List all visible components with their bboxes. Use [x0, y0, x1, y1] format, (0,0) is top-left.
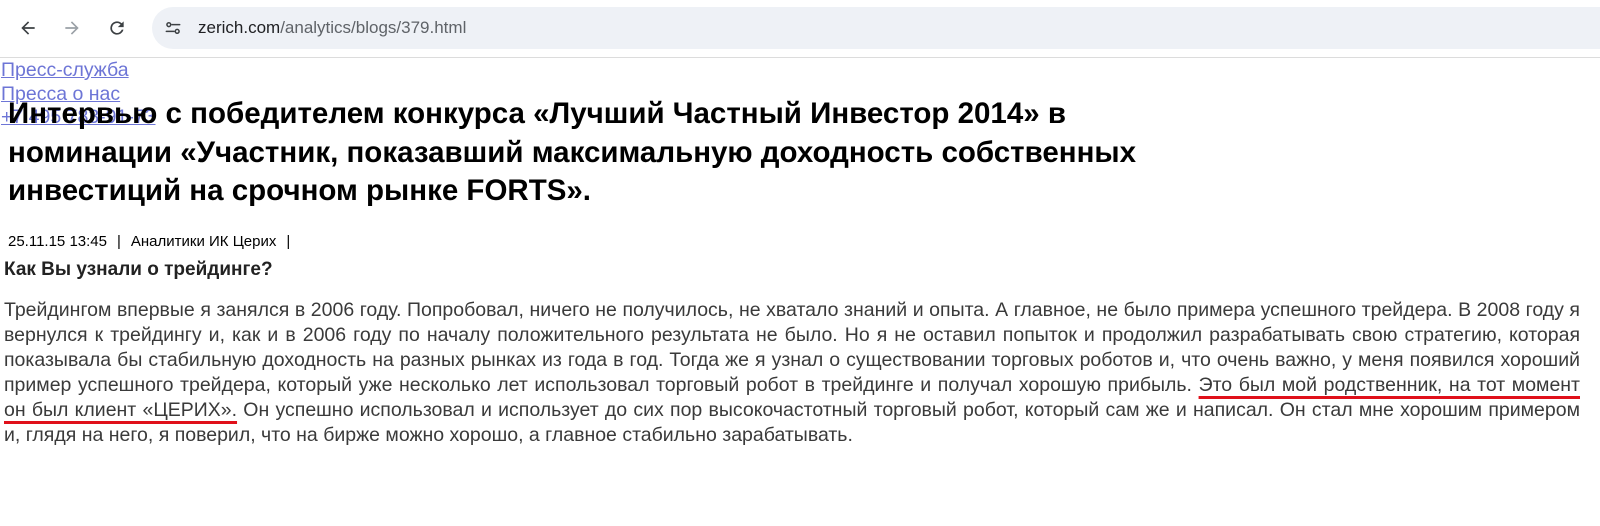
forward-button[interactable] [54, 10, 90, 46]
url-path: /analytics/blogs/379.html [280, 18, 467, 37]
article-meta: 25.11.15 13:45 | Аналитики ИК Церих | [8, 233, 300, 250]
forward-arrow-icon [65, 21, 79, 35]
url-domain: zerich.com [198, 18, 281, 37]
reload-icon [110, 21, 124, 35]
meta-separator: | [286, 233, 291, 250]
article-question: Как Вы узнали о трейдинге? [4, 259, 273, 280]
press-service-link[interactable]: Пресс-служба [1, 59, 156, 83]
article-author: Аналитики ИК Церих [130, 233, 277, 250]
article-date: 25.11.15 13:45 [8, 233, 107, 250]
back-button[interactable] [10, 10, 46, 46]
browser-toolbar: zerich.com/analytics/blogs/379.html [0, 0, 1600, 58]
back-arrow-icon [21, 21, 35, 35]
reload-button[interactable] [99, 10, 135, 46]
paragraph-text: Он успешно использовал и использует до с… [4, 399, 1580, 446]
meta-separator: | [116, 233, 121, 250]
article-paragraph: Трейдингом впервые я занялся в 2006 году… [4, 298, 1580, 448]
article-title: Интервью с победителем конкурса «Лучший … [8, 97, 1136, 207]
site-info-icon [165, 21, 181, 34]
address-bar[interactable]: zerich.com/analytics/blogs/379.html [152, 7, 1600, 49]
url-text[interactable]: zerich.com/analytics/blogs/379.html [198, 18, 466, 38]
site-info-button[interactable] [162, 17, 184, 39]
